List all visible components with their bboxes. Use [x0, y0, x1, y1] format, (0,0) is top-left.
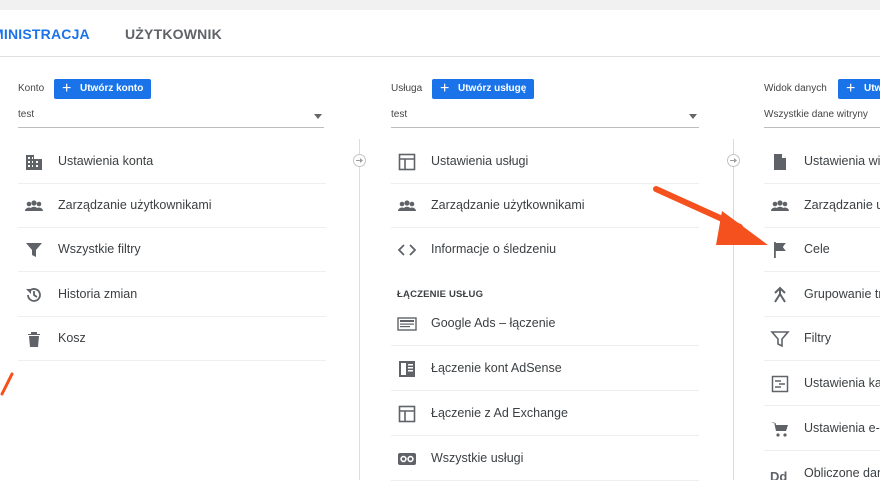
menu-item-label: Informacje o śledzeniu: [431, 242, 557, 256]
top-strip: [0, 0, 880, 10]
settings-window-icon: [398, 153, 416, 171]
tab-user[interactable]: UŻYTKOWNIK: [125, 26, 222, 42]
document-icon: [774, 154, 786, 170]
menu-item-ecommerce-settings[interactable]: Ustawienia e-: [764, 407, 880, 451]
menu-item-trash[interactable]: Kosz: [18, 317, 326, 361]
view-select[interactable]: Wszystkie dane witryny: [764, 107, 880, 128]
annotation-arrow-icon: [653, 186, 768, 245]
annotation-arrow-icon: [0, 372, 14, 396]
view-column: Widok danych + Utw Wszystkie dane witryn…: [764, 57, 880, 480]
menu-item-account-settings[interactable]: Ustawienia konta: [18, 140, 326, 184]
menu-item-view-users[interactable]: Zarządzanie u: [764, 184, 880, 228]
menu-item-label: Historia zmian: [58, 287, 138, 301]
menu-item-label: Wszystkie filtry: [58, 242, 141, 256]
users-icon: [771, 200, 789, 211]
view-select-value: Wszystkie dane witryny: [764, 109, 868, 120]
menu-item-label: Łączenie kont AdSense: [431, 361, 562, 375]
dropdown-caret-icon: [689, 114, 697, 119]
menu-item-label: Ustawienia e-: [804, 421, 880, 435]
create-view-label: Utw: [864, 83, 880, 94]
plus-icon: +: [846, 80, 856, 97]
dropdown-caret-icon: [314, 114, 322, 119]
adsense-icon: [399, 361, 415, 377]
menu-item-label: Kosz: [58, 331, 86, 345]
menu-item-label: Ustawienia usługi: [431, 154, 529, 168]
menu-item-label: Filtry: [804, 331, 832, 345]
menu-item-goals[interactable]: Cele: [764, 228, 880, 272]
view-label: Widok danych: [764, 83, 827, 94]
menu-item-view-settings[interactable]: Ustawienia wi: [764, 140, 880, 184]
menu-item-all-products[interactable]: Wszystkie usługi: [391, 437, 699, 481]
admin-tabs: MINISTRACJA UŻYTKOWNIK: [0, 10, 880, 66]
ads-icon: [397, 317, 417, 331]
arrow-circle-icon: [353, 154, 366, 167]
property-header: Usługa + Utwórz usługę: [391, 79, 691, 99]
users-icon: [25, 200, 43, 211]
plus-icon: +: [62, 80, 72, 97]
admin-content: Konto + Utwórz konto test Ustawienia kon…: [0, 57, 880, 481]
menu-item-label: Zarządzanie użytkownikami: [431, 198, 585, 212]
create-property-button[interactable]: + Utwórz usługę: [432, 79, 535, 99]
code-icon: [397, 244, 417, 256]
plus-icon: +: [440, 80, 450, 97]
building-icon: [26, 155, 42, 170]
menu-item-label: Zarządzanie u: [804, 198, 880, 212]
flag-icon: [774, 242, 786, 258]
menu-item-property-settings[interactable]: Ustawienia usługi: [391, 140, 699, 184]
property-label: Usługa: [391, 83, 423, 94]
users-icon: [398, 200, 416, 211]
menu-item-label: Google Ads – łączenie: [431, 316, 556, 330]
menu-item-ad-exchange-linking[interactable]: Łączenie z Ad Exchange: [391, 392, 699, 436]
account-select[interactable]: test: [18, 107, 324, 128]
column-divider: [359, 139, 360, 480]
filter-icon: [770, 331, 790, 348]
menu-item-label: Zarządzanie użytkownikami: [58, 198, 212, 212]
grouping-icon: [774, 286, 786, 303]
calculated-icon: Dd: [770, 469, 787, 480]
menu-item-all-filters[interactable]: Wszystkie filtry: [18, 228, 326, 272]
menu-item-label: Łączenie z Ad Exchange: [431, 406, 568, 420]
adexchange-icon: [398, 405, 416, 423]
view-header: Widok danych + Utw: [764, 79, 880, 99]
svg-text:Dd: Dd: [770, 469, 787, 480]
menu-item-label: Ustawienia wi: [804, 154, 880, 168]
link-icon: [398, 453, 416, 465]
menu-item-label: Cele: [804, 242, 830, 256]
filter-icon: [26, 243, 42, 257]
account-label: Konto: [18, 83, 45, 94]
cart-icon: [771, 422, 788, 437]
menu-item-label: Ustawienia konta: [58, 154, 154, 168]
create-account-button[interactable]: + Utwórz konto: [54, 79, 152, 99]
menu-item-change-history[interactable]: Historia zmian: [18, 273, 326, 317]
menu-item-channel-settings[interactable]: Ustawienia ka: [764, 362, 880, 406]
history-icon: [26, 288, 41, 302]
menu-item-label: Wszystkie usługi: [431, 451, 524, 465]
tab-administration[interactable]: MINISTRACJA: [0, 26, 90, 42]
account-header: Konto + Utwórz konto: [18, 79, 318, 99]
menu-item-label: Obliczone dan: [804, 466, 880, 480]
channel-settings-icon: [771, 375, 789, 393]
menu-item-adsense-linking[interactable]: Łączenie kont AdSense: [391, 347, 699, 391]
menu-item-view-filters[interactable]: Filtry: [764, 317, 880, 361]
menu-item-label: Grupowanie tr: [804, 287, 880, 301]
section-title-property-linking: ŁĄCZENIE USŁUG: [397, 289, 484, 300]
create-view-button[interactable]: + Utw: [838, 79, 880, 99]
create-property-label: Utwórz usługę: [458, 83, 527, 94]
property-select-value: test: [391, 109, 408, 120]
property-select[interactable]: test: [391, 107, 699, 128]
menu-item-calculated-metrics[interactable]: Dd Obliczone dan: [764, 452, 880, 480]
create-account-label: Utwórz konto: [80, 83, 144, 94]
menu-item-google-ads-linking[interactable]: Google Ads – łączenie: [391, 302, 699, 346]
arrow-circle-icon: [727, 154, 740, 167]
menu-item-label: Ustawienia ka: [804, 376, 880, 390]
account-select-value: test: [18, 109, 35, 120]
menu-item-account-users[interactable]: Zarządzanie użytkownikami: [18, 184, 326, 228]
menu-item-content-grouping[interactable]: Grupowanie tr: [764, 273, 880, 317]
trash-icon: [28, 332, 40, 347]
